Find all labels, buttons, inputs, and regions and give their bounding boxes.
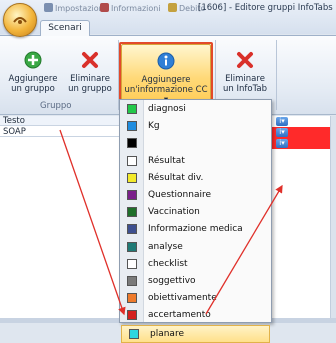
information-type-menu: diagnosi Kg Résultat Résultat div. Questionn… [119,99,272,343]
info-icon [100,3,109,12]
menu-item[interactable]: Résultat div. [120,170,271,188]
color-swatch-icon [127,190,137,200]
color-swatch-icon [129,328,139,339]
color-swatch-icon [127,293,137,304]
row-label: SOAP [3,127,26,137]
menu-item-label: obiettivamente [148,293,217,304]
remove-group-button[interactable]: Eliminare un gruppo [62,50,118,94]
menu-item[interactable]: Résultat [120,153,271,171]
color-swatch-icon [127,121,137,132]
remove-group-label-2: un gruppo [68,84,112,94]
color-swatch-icon [127,104,137,114]
menu-item-label: diagnosi [148,104,186,114]
delete-icon [82,52,98,68]
color-swatch-icon [127,207,137,218]
infotab-cell[interactable]: i▾ [270,116,336,127]
remove-infotab-label-1: Eliminare [225,74,265,84]
menu-item[interactable]: Kg [120,118,271,136]
add-information-button[interactable]: Aggiungere un'informazione CC ▾ [121,44,211,106]
menu-item[interactable]: Informazione medica [120,221,271,239]
remove-infotab-button[interactable]: Eliminare un InfoTab [216,50,274,94]
add-information-content: Aggiungere un'informazione CC ▾ [122,51,210,105]
row-label: Testo [3,116,25,126]
window-title: [1606] - Editore gruppi InfoTabs [198,3,333,13]
tab-scenari[interactable]: Scenari [40,20,90,36]
add-group-button[interactable]: Aggiungere un gruppo [4,50,62,94]
menu-item[interactable]: analyse [120,239,271,257]
menu-item[interactable]: Questionnaire [120,187,271,205]
menu-item-label: analyse [148,241,183,252]
menu-item-label: checklist [148,258,188,269]
settings-icon [44,3,53,12]
menu-item[interactable]: checklist [120,256,271,274]
color-swatch-icon [127,224,137,235]
menu-item-label: accertamento [148,310,211,321]
menu-item-label: Résultat div. [148,172,204,183]
info-dropdown-icon[interactable]: i▾ [276,117,288,126]
color-swatch-icon [127,276,137,286]
color-swatch-icon [127,155,137,166]
add-group-label-1: Aggiungere [8,74,58,84]
menu-item[interactable]: obiettivamente [120,290,271,308]
menu-item-label: Vaccination [148,207,200,218]
qat-item-impostazioni[interactable]: Impostazioni [44,3,106,17]
info-icon [157,52,175,70]
vertical-scrollbar[interactable] [330,116,336,323]
menu-item[interactable]: planare [121,324,270,343]
menu-item-label: Kg [148,121,160,132]
color-swatch-icon [127,310,137,321]
color-swatch-icon [127,241,137,252]
group-label: Gruppo [40,101,72,111]
menu-item[interactable]: diagnosi [120,101,271,119]
color-swatch-icon [127,138,137,149]
menu-item-label: Résultat [148,155,185,166]
menu-item[interactable] [120,135,271,153]
info-dropdown-icon[interactable]: i▾ [276,128,288,137]
qat-item-informazioni[interactable]: Informazioni [100,3,161,17]
menu-item[interactable]: Vaccination [120,204,271,222]
menu-item-label: soggettivo [148,276,196,286]
remove-group-label-1: Eliminare [70,74,110,84]
infotab-cell[interactable]: i▾ [270,127,336,138]
menu-item-label: Informazione medica [148,224,243,235]
add-group-label-2: un gruppo [11,84,55,94]
add-icon [24,51,42,69]
remove-infotab-label-2: un InfoTab [223,84,267,94]
color-swatch-icon [127,172,137,183]
menu-item-label: Questionnaire [148,190,212,200]
app-logo-icon [13,17,27,24]
delete-icon [237,52,253,68]
debit-icon [168,3,177,12]
add-information-label-1: Aggiungere [141,75,191,85]
application-menu-button[interactable] [3,3,37,37]
infotab-column: i▾ i▾ i▾ [270,116,336,323]
color-swatch-icon [127,258,137,269]
info-dropdown-icon[interactable]: i▾ [276,139,288,148]
menu-item[interactable]: soggettivo [120,273,271,291]
ribbon-separator [276,40,277,110]
infotab-cell[interactable]: i▾ [270,138,336,149]
menu-item-label: planare [150,328,184,339]
